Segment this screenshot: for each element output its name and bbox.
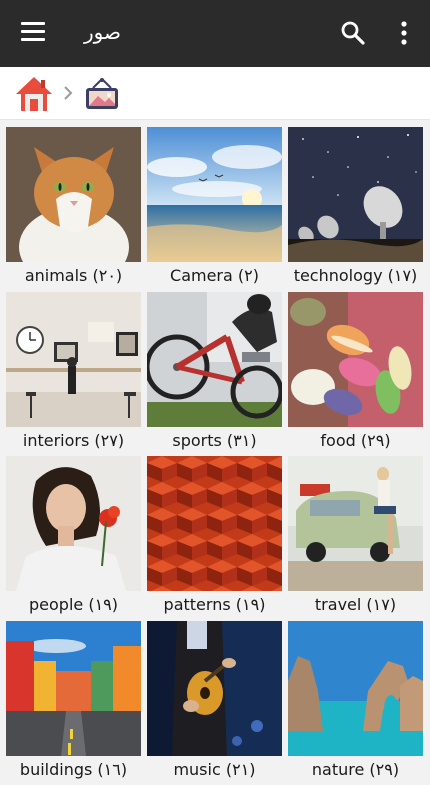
folder-label: music (٢١) <box>147 756 282 785</box>
folder-thumbnail-people <box>6 456 141 591</box>
folder-tile-food[interactable]: food (٢٩) <box>288 292 423 457</box>
folder-tile-technology[interactable]: technology (١٧) <box>288 127 423 292</box>
folder-thumbnail-camera <box>147 127 282 262</box>
folder-tile-music[interactable]: music (٢١) <box>147 621 282 785</box>
folder-thumbnail-patterns <box>147 456 282 591</box>
folder-label: buildings (١٦) <box>6 756 141 785</box>
folder-tile-camera[interactable]: Camera (٢) <box>147 127 282 292</box>
folder-label: food (٢٩) <box>288 427 423 456</box>
folder-label: technology (١٧) <box>288 262 423 291</box>
folder-label: people (١٩) <box>6 591 141 620</box>
folder-tile-sports[interactable]: sports (٣١) <box>147 292 282 457</box>
folder-label: nature (٢٩) <box>288 756 423 785</box>
folder-label: sports (٣١) <box>147 427 282 456</box>
folder-thumbnail-technology <box>288 127 423 262</box>
folder-thumbnail-travel <box>288 456 423 591</box>
folder-label: travel (١٧) <box>288 591 423 620</box>
folder-label: animals (٢٠) <box>6 262 141 291</box>
folder-thumbnail-sports <box>147 292 282 427</box>
search-icon[interactable] <box>340 20 366 46</box>
chevron-right-icon <box>62 85 74 101</box>
folder-thumbnail-food <box>288 292 423 427</box>
folder-thumbnail-interiors <box>6 292 141 427</box>
folder-thumbnail-music <box>147 621 282 756</box>
folder-thumbnail-animals <box>6 127 141 262</box>
home-icon[interactable] <box>14 74 54 114</box>
folder-label: patterns (١٩) <box>147 591 282 620</box>
folder-tile-buildings[interactable]: buildings (١٦) <box>6 621 141 785</box>
folder-label: Camera (٢) <box>147 262 282 291</box>
folder-tile-patterns[interactable]: patterns (١٩) <box>147 456 282 621</box>
pictures-folder-icon[interactable] <box>84 76 120 112</box>
folder-tile-travel[interactable]: travel (١٧) <box>288 456 423 621</box>
folder-label: interiors (٢٧) <box>6 427 141 456</box>
folder-tile-people[interactable]: people (١٩) <box>6 456 141 621</box>
page-title: صور <box>84 20 121 44</box>
folder-tile-animals[interactable]: animals (٢٠) <box>6 127 141 292</box>
more-vertical-icon[interactable] <box>397 20 411 46</box>
folder-thumbnail-nature <box>288 621 423 756</box>
folder-grid: animals (٢٠) <box>6 127 424 785</box>
app-bar: صور <box>0 0 430 67</box>
folder-tile-interiors[interactable]: interiors (٢٧) <box>6 292 141 457</box>
breadcrumb <box>0 67 430 120</box>
folder-tile-nature[interactable]: nature (٢٩) <box>288 621 423 785</box>
folder-thumbnail-buildings <box>6 621 141 756</box>
hamburger-menu-icon[interactable] <box>21 22 45 44</box>
